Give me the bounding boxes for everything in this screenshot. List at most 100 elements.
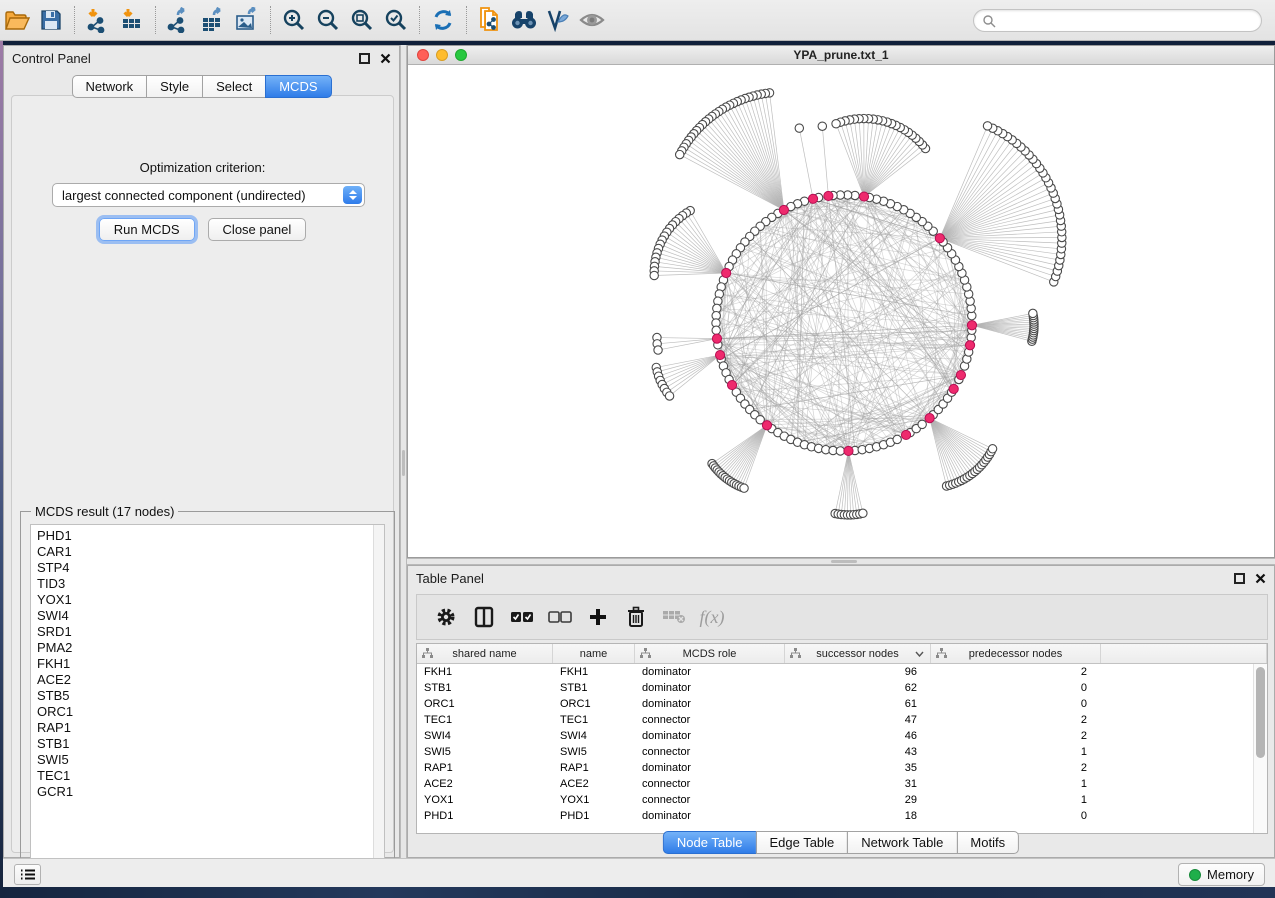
vertical-splitter[interactable]	[400, 45, 407, 858]
table-row[interactable]: STB1STB1dominator620	[417, 680, 1253, 696]
add-column-icon[interactable]	[579, 600, 617, 634]
mcds-result-item[interactable]: TID3	[37, 576, 384, 592]
graph-mcds-hub-node[interactable]	[715, 350, 724, 359]
mcds-result-item[interactable]: STB1	[37, 736, 384, 752]
graph-mcds-hub-node[interactable]	[901, 430, 910, 439]
delete-column-icon[interactable]	[617, 600, 655, 634]
scrollbar-thumb[interactable]	[1256, 667, 1265, 758]
search-binoculars-icon[interactable]	[507, 5, 541, 35]
column-header-predecessor-nodes[interactable]: predecessor nodes	[931, 644, 1101, 663]
graph-leaf-node[interactable]	[818, 122, 826, 130]
tab-select[interactable]: Select	[202, 75, 266, 98]
mcds-result-item[interactable]: YOX1	[37, 592, 384, 608]
column-header-shared-name[interactable]: shared name	[417, 644, 553, 663]
table-row[interactable]: ORC1ORC1dominator610	[417, 696, 1253, 712]
zoom-in-icon[interactable]	[277, 5, 311, 35]
table-tab-network-table[interactable]: Network Table	[847, 831, 957, 854]
graph-node[interactable]	[712, 326, 720, 334]
graph-mcds-hub-node[interactable]	[727, 380, 736, 389]
graph-mcds-hub-node[interactable]	[779, 205, 788, 214]
table-row[interactable]: FKH1FKH1dominator962	[417, 664, 1253, 680]
mcds-result-item[interactable]: PMA2	[37, 640, 384, 656]
zoom-fit-icon[interactable]	[345, 5, 379, 35]
graph-node[interactable]	[893, 435, 901, 443]
table-row[interactable]: RAP1RAP1dominator352	[417, 760, 1253, 776]
show-hide-eye-icon[interactable]	[575, 5, 609, 35]
apply-layout-refresh-icon[interactable]	[426, 5, 460, 35]
mcds-result-item[interactable]: CAR1	[37, 544, 384, 560]
delete-table-icon[interactable]	[655, 600, 693, 634]
mcds-result-item[interactable]: ACE2	[37, 672, 384, 688]
graph-leaf-node[interactable]	[665, 392, 673, 400]
graph-leaf-node[interactable]	[654, 346, 662, 354]
float-window-icon[interactable]	[1234, 573, 1245, 584]
graph-leaf-node[interactable]	[650, 271, 658, 279]
table-row[interactable]: SWI4SWI4dominator462	[417, 728, 1253, 744]
export-image-icon[interactable]	[230, 5, 264, 35]
column-header-successor-nodes[interactable]: successor nodes	[785, 644, 931, 663]
deselect-all-columns-icon[interactable]	[541, 600, 579, 634]
mcds-result-item[interactable]: SWI5	[37, 752, 384, 768]
close-panel-icon[interactable]	[380, 53, 391, 64]
global-search-input[interactable]	[973, 9, 1262, 32]
graph-mcds-hub-node[interactable]	[949, 384, 958, 393]
graph-leaf-node[interactable]	[740, 484, 748, 492]
export-network-icon[interactable]	[162, 5, 196, 35]
horizontal-splitter[interactable]	[407, 558, 1275, 565]
save-session-icon[interactable]	[34, 5, 68, 35]
tab-mcds[interactable]: MCDS	[265, 75, 331, 98]
mcds-result-item[interactable]: STP4	[37, 560, 384, 576]
mcds-result-item[interactable]: PHD1	[37, 528, 384, 544]
zoom-out-icon[interactable]	[311, 5, 345, 35]
settings-gear-icon[interactable]	[427, 600, 465, 634]
table-row[interactable]: PHD1PHD1dominator180	[417, 808, 1253, 824]
mcds-result-item[interactable]: STB5	[37, 688, 384, 704]
graph-mcds-hub-node[interactable]	[844, 446, 853, 455]
table-row[interactable]: SWI5SWI5connector431	[417, 744, 1253, 760]
graph-mcds-hub-node[interactable]	[965, 341, 974, 350]
mcds-result-item[interactable]: ORC1	[37, 704, 384, 720]
graph-leaf-node[interactable]	[676, 150, 684, 158]
criterion-dropdown[interactable]: largest connected component (undirected)	[52, 183, 365, 207]
tab-network[interactable]: Network	[71, 75, 147, 98]
table-scrollbar[interactable]	[1253, 664, 1267, 833]
graph-leaf-node[interactable]	[988, 445, 996, 453]
graph-node[interactable]	[836, 447, 844, 455]
graph-mcds-hub-node[interactable]	[859, 192, 868, 201]
graph-node[interactable]	[918, 420, 926, 428]
mcds-list-scrollbar[interactable]	[373, 525, 384, 876]
open-file-icon[interactable]	[0, 5, 34, 35]
graph-leaf-node[interactable]	[859, 509, 867, 517]
table-row[interactable]: TEC1TEC1connector472	[417, 712, 1253, 728]
graph-mcds-hub-node[interactable]	[722, 268, 731, 277]
mcds-result-item[interactable]: FKH1	[37, 656, 384, 672]
close-panel-button[interactable]: Close panel	[208, 218, 307, 241]
run-mcds-button[interactable]: Run MCDS	[99, 218, 195, 241]
mcds-result-item[interactable]: GCR1	[37, 784, 384, 800]
graph-mcds-hub-node[interactable]	[956, 370, 965, 379]
float-window-icon[interactable]	[359, 53, 370, 64]
table-row[interactable]: ACE2ACE2connector311	[417, 776, 1253, 792]
network-canvas[interactable]	[408, 65, 1274, 557]
function-builder-icon[interactable]: f(x)	[693, 600, 731, 634]
graph-mcds-hub-node[interactable]	[762, 421, 771, 430]
graph-mcds-hub-node[interactable]	[935, 234, 944, 243]
mcds-result-item[interactable]: SWI4	[37, 608, 384, 624]
task-history-button[interactable]	[14, 864, 41, 885]
new-network-from-selection-icon[interactable]	[473, 5, 507, 35]
table-tab-node-table[interactable]: Node Table	[663, 831, 757, 854]
graph-mcds-hub-node[interactable]	[712, 334, 721, 343]
mcds-result-item[interactable]: TEC1	[37, 768, 384, 784]
export-table-icon[interactable]	[196, 5, 230, 35]
graph-leaf-node[interactable]	[832, 120, 840, 128]
import-network-icon[interactable]	[81, 5, 115, 35]
graph-leaf-node[interactable]	[983, 122, 991, 130]
memory-button[interactable]: Memory	[1178, 863, 1265, 886]
show-columns-icon[interactable]	[465, 600, 503, 634]
mcds-result-item[interactable]: RAP1	[37, 720, 384, 736]
graph-mcds-hub-node[interactable]	[808, 194, 817, 203]
mcds-result-item[interactable]: SRD1	[37, 624, 384, 640]
close-panel-icon[interactable]	[1255, 573, 1266, 584]
graph-leaf-node[interactable]	[1029, 309, 1037, 317]
column-header-MCDS-role[interactable]: MCDS role	[635, 644, 785, 663]
